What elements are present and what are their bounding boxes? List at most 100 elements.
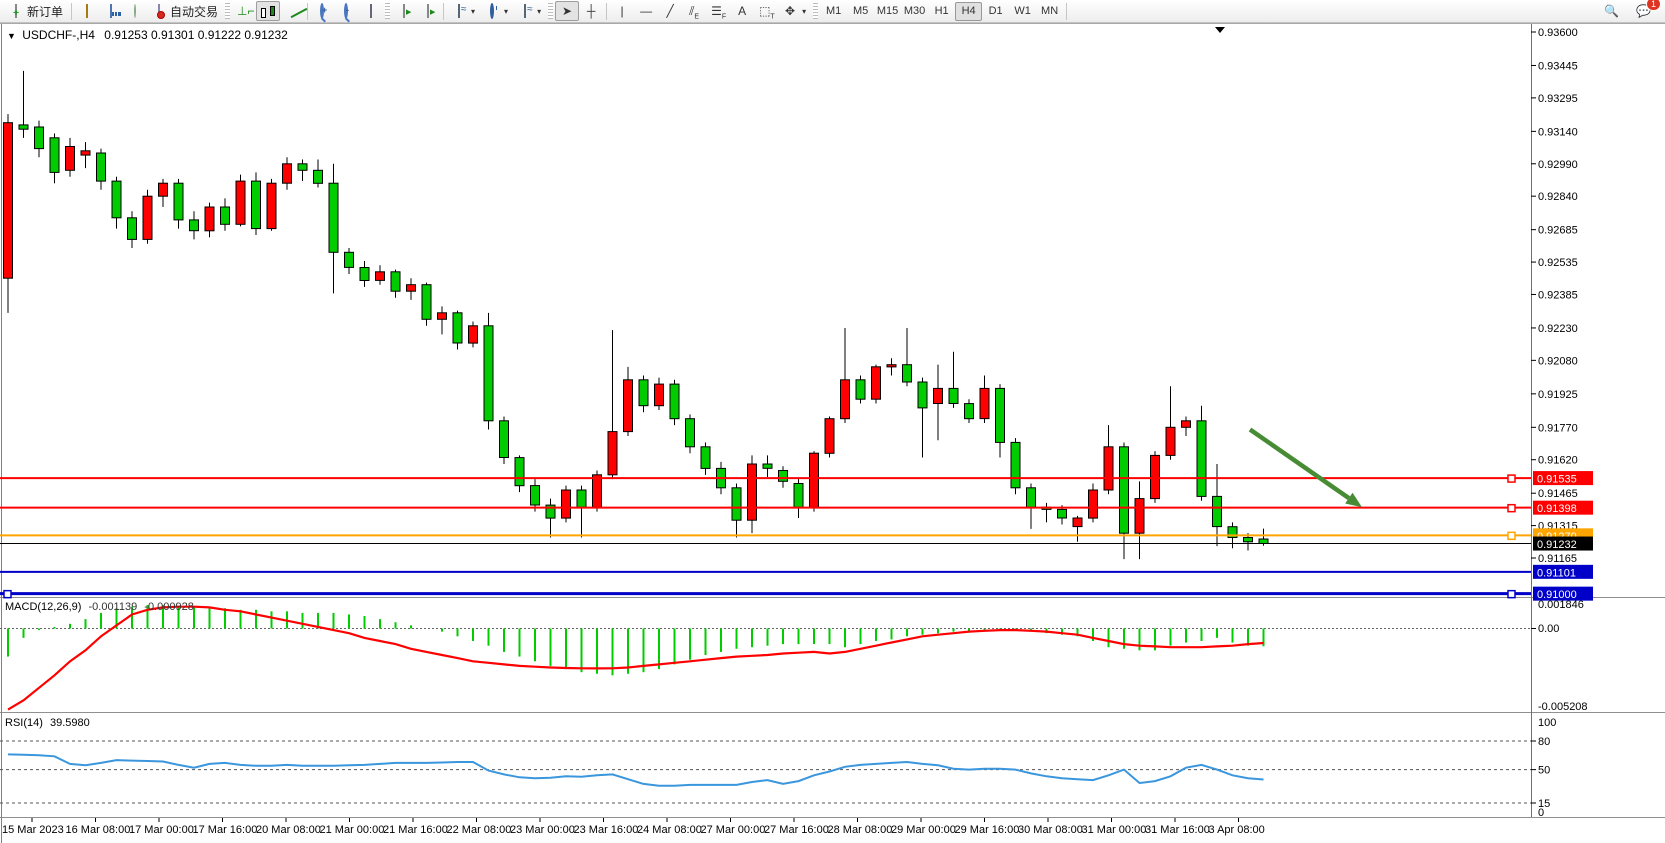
trendline-button[interactable]: ╱ — [658, 1, 682, 21]
candle — [221, 207, 230, 224]
line-chart-button[interactable] — [280, 1, 304, 21]
fibonacci-icon: ☰F — [711, 4, 725, 18]
cursor-icon: ➤ — [560, 4, 574, 18]
vertical-line-button[interactable]: | — [610, 1, 634, 21]
zoom-in-button[interactable]: + — [311, 1, 335, 21]
horizontal-line-button[interactable]: — — [634, 1, 658, 21]
toolbar: 新订单 自动交易 ⊥⌐ + - ▾ ▾ ▾ ➤ ┼ | — ╱ ⫽E ☰F A — [0, 0, 1665, 23]
templates-button[interactable]: ▾ — [513, 1, 546, 21]
candle — [1120, 447, 1129, 533]
candle — [1011, 442, 1020, 487]
text-label-button[interactable]: ⬚T — [754, 1, 778, 21]
candle — [143, 196, 152, 239]
tile-windows-icon — [370, 4, 372, 18]
candle — [159, 183, 168, 196]
candle — [872, 367, 881, 399]
candle — [1027, 488, 1036, 507]
chart-shift-button[interactable] — [416, 1, 440, 21]
candle — [174, 183, 183, 220]
text-icon: A — [735, 4, 749, 18]
bar-chart-button[interactable]: ⊥⌐ — [232, 1, 256, 21]
new-order-button[interactable]: 新订单 — [4, 1, 68, 21]
svg-text:27 Mar 00:00: 27 Mar 00:00 — [701, 824, 766, 836]
chart-dropdown-icon[interactable]: ▼ — [7, 31, 16, 41]
indicators-button[interactable]: ▾ — [447, 1, 480, 21]
candle — [298, 164, 307, 171]
candle — [66, 147, 75, 171]
chart-title: ▼ USDCHF-,H4 0.91253 0.91301 0.91222 0.9… — [7, 28, 288, 42]
fibonacci-button[interactable]: ☰F — [706, 1, 730, 21]
timeframe-button-M30[interactable]: M30 — [901, 2, 928, 21]
candle — [763, 464, 772, 468]
timeframe-button-M5[interactable]: M5 — [847, 2, 874, 21]
mt4-window: 0.936000.934450.932950.931400.929900.928… — [0, 0, 1665, 843]
candle — [1213, 496, 1222, 526]
candle — [314, 170, 323, 183]
notification-badge: 1 — [1646, 0, 1661, 11]
symbol-period-label: USDCHF-,H4 — [22, 28, 95, 42]
svg-text:0: 0 — [1538, 807, 1544, 819]
candle — [1244, 538, 1253, 542]
candle — [236, 181, 245, 224]
timeframe-button-H1[interactable]: H1 — [928, 2, 955, 21]
svg-text:15 Mar 2023: 15 Mar 2023 — [2, 824, 64, 836]
channel-button[interactable]: ⫽E — [682, 1, 706, 21]
candle — [779, 471, 788, 482]
svg-text:0.93295: 0.93295 — [1538, 93, 1578, 105]
svg-text:23 Mar 00:00: 23 Mar 00:00 — [510, 824, 575, 836]
timeframe-button-M1[interactable]: M1 — [820, 2, 847, 21]
candle — [1197, 421, 1206, 497]
svg-text:28 Mar 08:00: 28 Mar 08:00 — [828, 824, 893, 836]
svg-text:17 Mar 16:00: 17 Mar 16:00 — [193, 824, 258, 836]
candle — [376, 272, 385, 281]
candle — [252, 181, 261, 229]
candle — [608, 432, 617, 475]
candle — [934, 388, 943, 403]
text-label-icon: ⬚T — [759, 4, 773, 18]
candle — [903, 365, 912, 382]
timeframe-button-M15[interactable]: M15 — [874, 2, 901, 21]
chart-canvas[interactable]: 0.936000.934450.932950.931400.929900.928… — [0, 0, 1665, 843]
candle — [887, 365, 896, 367]
timeframe-button-MN[interactable]: MN — [1036, 2, 1063, 21]
zoom-out-icon: - — [344, 3, 348, 19]
market-watch-button[interactable] — [75, 1, 99, 21]
zoom-out-button[interactable]: - — [335, 1, 359, 21]
candlestick-chart-button[interactable] — [256, 1, 280, 21]
periods-button[interactable]: ▾ — [480, 1, 513, 21]
candle — [1089, 490, 1098, 518]
autotrading-button[interactable]: 自动交易 — [147, 1, 223, 21]
svg-text:-0.005208: -0.005208 — [1538, 701, 1588, 713]
data-window-button[interactable] — [99, 1, 123, 21]
svg-text:21 Mar 16:00: 21 Mar 16:00 — [383, 824, 448, 836]
timeframe-button-D1[interactable]: D1 — [982, 2, 1009, 21]
candle — [670, 384, 679, 419]
candle — [794, 484, 803, 508]
search-button[interactable]: 🔍 — [1599, 1, 1623, 21]
periods-icon — [490, 3, 494, 19]
candle — [112, 181, 121, 218]
data-window-icon — [110, 4, 112, 18]
timeframe-button-H4[interactable]: H4 — [955, 2, 982, 21]
chat-button[interactable]: 💬 1 — [1631, 1, 1655, 21]
candle — [329, 183, 338, 252]
trendline-icon: ╱ — [663, 4, 677, 18]
navigator-button[interactable] — [123, 1, 147, 21]
tile-windows-button[interactable] — [359, 1, 383, 21]
svg-text:20 Mar 08:00: 20 Mar 08:00 — [256, 824, 321, 836]
candle — [407, 285, 416, 292]
bar-chart-icon: ⊥⌐ — [237, 4, 251, 18]
svg-text:0.91535: 0.91535 — [1537, 474, 1577, 486]
svg-text:30 Mar 08:00: 30 Mar 08:00 — [1018, 824, 1083, 836]
timeframe-button-W1[interactable]: W1 — [1009, 2, 1036, 21]
svg-text:16 Mar 08:00: 16 Mar 08:00 — [66, 824, 131, 836]
arrows-button[interactable]: ✥▾ — [778, 1, 811, 21]
auto-scroll-button[interactable] — [392, 1, 416, 21]
crosshair-button[interactable]: ┼ — [579, 1, 603, 21]
candle — [810, 453, 819, 507]
cursor-button[interactable]: ➤ — [555, 1, 579, 21]
text-button[interactable]: A — [730, 1, 754, 21]
macd-main-value: -0.001139 — [88, 601, 137, 613]
candle — [500, 421, 509, 458]
candle — [996, 388, 1005, 442]
